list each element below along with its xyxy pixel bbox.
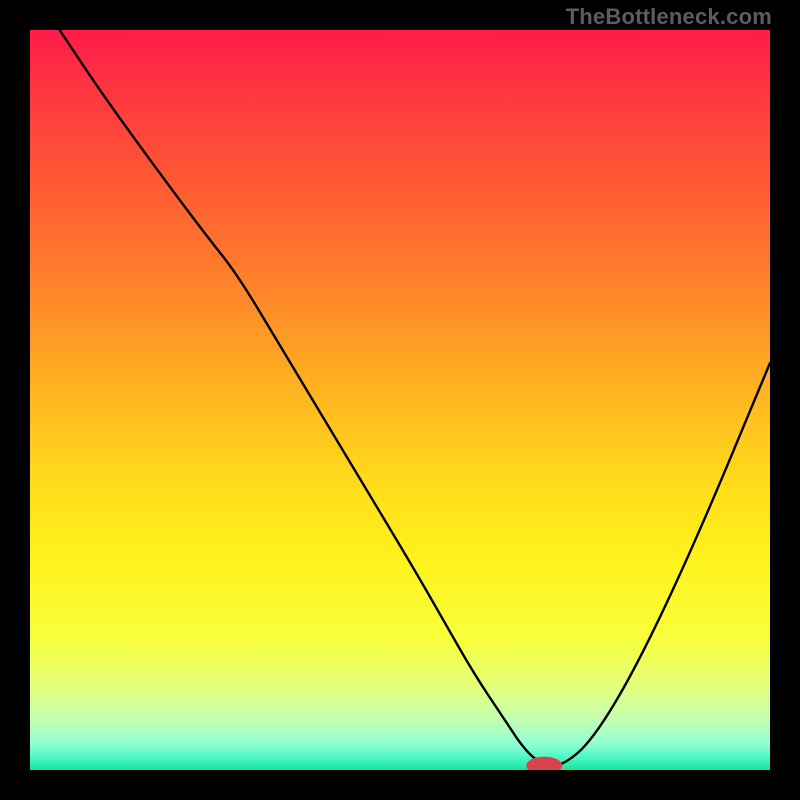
chart-frame: TheBottleneck.com	[0, 0, 800, 800]
plot-area	[30, 30, 770, 770]
marker-layer	[30, 30, 770, 770]
watermark-text: TheBottleneck.com	[566, 4, 772, 30]
optimum-marker	[526, 757, 562, 770]
